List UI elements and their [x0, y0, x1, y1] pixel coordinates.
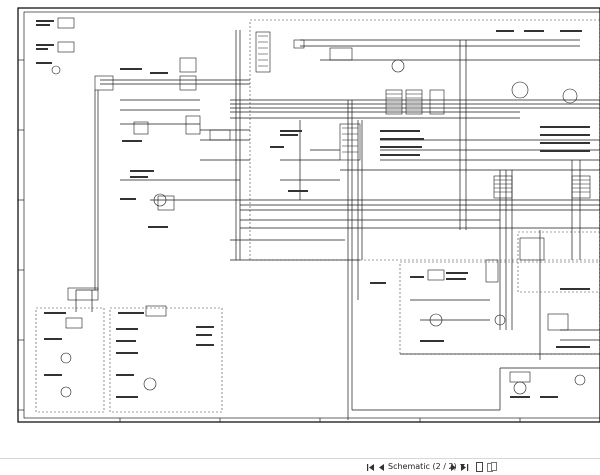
wire-harness	[75, 30, 600, 420]
previous-page-icon[interactable]	[375, 461, 387, 473]
relay-arrays	[258, 35, 590, 193]
last-page-icon[interactable]	[458, 461, 470, 473]
sheet-border	[17, 7, 600, 423]
zone-ticks	[18, 59, 521, 422]
viewer-toolbar: Schematic (2 / 2)	[0, 458, 600, 475]
annotation-marks	[36, 20, 590, 398]
two-page-view-icon[interactable]	[486, 461, 498, 473]
document-viewer[interactable]	[0, 0, 600, 458]
schematic-sheet	[17, 7, 600, 423]
single-page-view-icon[interactable]	[473, 461, 485, 473]
components-circles	[51, 59, 586, 398]
